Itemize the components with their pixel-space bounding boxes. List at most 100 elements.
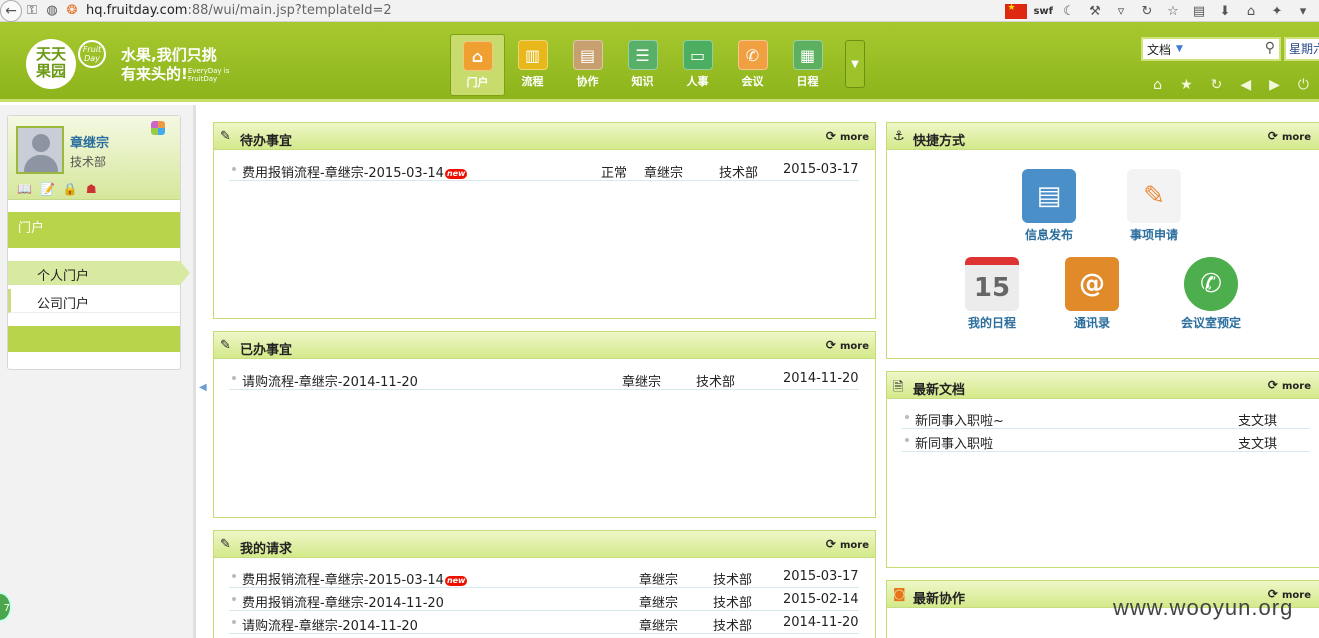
user-name[interactable]: 章继宗	[70, 132, 109, 151]
book-icon[interactable]: 📖	[17, 182, 32, 196]
globe-icon: ◍	[46, 3, 58, 18]
back-button[interactable]: ←	[0, 0, 22, 22]
nav-hr[interactable]: ▭ 人事	[670, 34, 725, 96]
new-badge: new	[444, 168, 468, 179]
search-scope-select[interactable]: 文档	[1147, 41, 1171, 58]
info-icon: ❂	[66, 3, 78, 18]
new-badge: new	[444, 575, 468, 586]
shortcut-apply[interactable]: ✎ 事项申请	[1122, 169, 1186, 243]
rss-icon: ◙	[893, 587, 906, 602]
nav-knowledge[interactable]: ☰ 知识	[615, 34, 670, 96]
nav-meeting[interactable]: ✆ 会议	[725, 34, 780, 96]
home-icon: ⌂	[462, 41, 493, 71]
search-icon[interactable]: ⚲	[1265, 40, 1275, 56]
main-nav: ⌂ 门户 ▥ 流程 ▤ 协作 ☰ 知识 ▭ 人事 ✆ 会议 ▦ 日程 ▼	[450, 34, 865, 96]
shortcut-address-book[interactable]: @ 通讯录	[1060, 257, 1124, 331]
reading-list-icon[interactable]: ▤	[1189, 1, 1209, 21]
forward-arrow-icon[interactable]: ▶	[1269, 77, 1280, 93]
nav-portal[interactable]: ⌂ 门户	[450, 34, 505, 96]
panel-title: 最新文档	[913, 383, 966, 398]
app-header: 天天 果园 Fruit Day 水果,我们只挑 有来头的!EveryDay is Fr…	[0, 22, 1319, 102]
bookmark-star-icon[interactable]: ☆	[1163, 1, 1183, 21]
user-card: 章继宗 技术部 📖 📝 🔒 ☗ 门户 个人门户 公司门户	[7, 115, 190, 370]
edit-note-icon[interactable]: 📝	[40, 182, 55, 196]
clipboard-icon: ▤	[572, 40, 603, 70]
sidebar-item-personal-portal[interactable]: 个人门户	[8, 261, 190, 285]
sidebar-section-title: 门户	[8, 212, 180, 248]
refresh-icon: ⟳	[825, 338, 836, 352]
avatar[interactable]	[16, 126, 64, 174]
search-box[interactable]: 文档 ▼ ⚲	[1141, 37, 1281, 61]
home-icon[interactable]: ⌂	[1241, 1, 1261, 21]
browser-toolbar: ← ⚿ ◍ ❂ hq.fruitday.com:88/wui/main.jsp?…	[0, 0, 1319, 22]
refresh-icon: ⟳	[825, 129, 836, 143]
wrench-icon[interactable]: ⚒	[1085, 1, 1105, 21]
pencil-icon: ✎	[220, 129, 231, 144]
address-bar[interactable]: ◍ ❂ hq.fruitday.com:88/wui/main.jsp?temp…	[42, 1, 392, 21]
moon-icon[interactable]: ☾	[1059, 1, 1079, 21]
nav-workflow[interactable]: ▥ 流程	[505, 34, 560, 96]
more-link[interactable]: ⟳ more	[826, 537, 869, 551]
database-icon: ☰	[627, 40, 658, 70]
done-panel: ✎ 已办事宜 ⟳ more 请购流程-章继宗-2014-11-20 章继宗 技术部…	[213, 331, 876, 518]
more-link[interactable]: ⟳ more	[826, 129, 869, 143]
collapse-sidebar-icon[interactable]: ◀	[199, 382, 207, 393]
extension-icon[interactable]: ✦	[1267, 1, 1287, 21]
user-dept: 技术部	[70, 155, 107, 169]
pencil-icon: ✎	[1127, 169, 1181, 223]
refresh-icon[interactable]: ↻	[1211, 77, 1223, 93]
panel-title: 已办事宜	[240, 343, 293, 358]
home-icon[interactable]: ⌂	[1153, 77, 1162, 93]
pencil-icon: ✎	[220, 537, 231, 552]
sidebar-item-company-portal[interactable]: 公司门户	[8, 289, 180, 313]
nav-collaboration[interactable]: ▤ 协作	[560, 34, 615, 96]
more-link[interactable]: ⟳ more	[1268, 129, 1311, 143]
dropdown-arrow-icon[interactable]: ▿	[1111, 1, 1131, 21]
lock-icon[interactable]: 🔒	[63, 182, 78, 196]
nav-schedule[interactable]: ▦ 日程	[780, 34, 835, 96]
table-row[interactable]: 费用报销流程-章继宗-2014-11-20 章继宗 技术部 2015-02-14	[229, 589, 859, 611]
printer-icon: ▭	[682, 40, 713, 70]
chevron-down-icon: ▼	[1176, 44, 1183, 54]
download-icon[interactable]: ⬇	[1215, 1, 1235, 21]
phone-icon: ✆	[737, 40, 768, 70]
table-row[interactable]: 费用报销流程-章继宗-2015-03-14 new 章继宗 技术部 2015-03…	[229, 566, 859, 588]
url-text: hq.fruitday.com:88/wui/main.jsp?template…	[86, 3, 392, 18]
china-flag-icon	[1005, 3, 1028, 19]
cabinet-icon: ▤	[1022, 169, 1076, 223]
panel-title: 最新协作	[913, 592, 966, 607]
logout-icon[interactable]: ⏻	[1298, 77, 1309, 93]
panel-title: 待办事宜	[240, 134, 293, 149]
menu-icon[interactable]: ▾	[1293, 1, 1313, 21]
favorite-star-icon[interactable]: ★	[1180, 77, 1193, 93]
left-sidebar: 章继宗 技术部 📖 📝 🔒 ☗ 门户 个人门户 公司门户	[0, 105, 196, 638]
shortcut-room-booking[interactable]: ✆ 会议室预定	[1173, 257, 1249, 331]
shortcut-my-schedule[interactable]: 15 我的日程	[960, 257, 1024, 331]
nav-more-button[interactable]: ▼	[845, 40, 865, 88]
table-row[interactable]: 请购流程-章继宗-2014-11-20 章继宗 技术部 2014-11-20	[229, 612, 859, 634]
refresh-icon: ⟳	[825, 537, 836, 551]
swf-plugin-label[interactable]: swf	[1033, 6, 1053, 17]
latest-docs-panel: 🗎 最新文档 ⟳ more 新同事入职啦~ 支文琪 新同事入职啦 支文琪	[886, 371, 1319, 568]
list-item[interactable]: 新同事入职啦~ 支文琪	[902, 407, 1310, 429]
fruitday-logo[interactable]: 天天 果园	[26, 39, 76, 89]
more-link[interactable]: ⟳ more	[826, 338, 869, 352]
org-chart-icon[interactable]: ☗	[86, 182, 97, 196]
document-icon: 🗎	[893, 380, 904, 395]
theme-palette-icon[interactable]	[151, 121, 165, 135]
list-item[interactable]: 新同事入职啦 支文琪	[902, 430, 1310, 452]
key-icon: ⚿	[27, 3, 37, 18]
pencil-icon: ✎	[220, 338, 231, 353]
shortcut-publish[interactable]: ▤ 信息发布	[1017, 169, 1081, 243]
more-link[interactable]: ⟳ more	[1268, 378, 1311, 392]
table-row[interactable]: 请购流程-章继宗-2014-11-20 章继宗 技术部 2014-11-20	[229, 368, 859, 390]
address-book-icon: @	[1065, 257, 1119, 311]
calendar-page-icon: 15	[965, 257, 1019, 311]
table-row[interactable]: 费用报销流程-章继宗-2015-03-14 new 正常 章继宗 技术部 2015…	[229, 159, 859, 181]
back-arrow-icon[interactable]: ◀	[1240, 77, 1251, 93]
refresh-icon: ⟳	[1267, 378, 1278, 392]
weekday-display: 星期六	[1284, 37, 1319, 61]
phone-icon: ✆	[1184, 257, 1238, 311]
slogan: 水果,我们只挑 有来头的!EveryDay is FruitDay	[121, 46, 230, 83]
reload-icon[interactable]: ↻	[1137, 1, 1157, 21]
